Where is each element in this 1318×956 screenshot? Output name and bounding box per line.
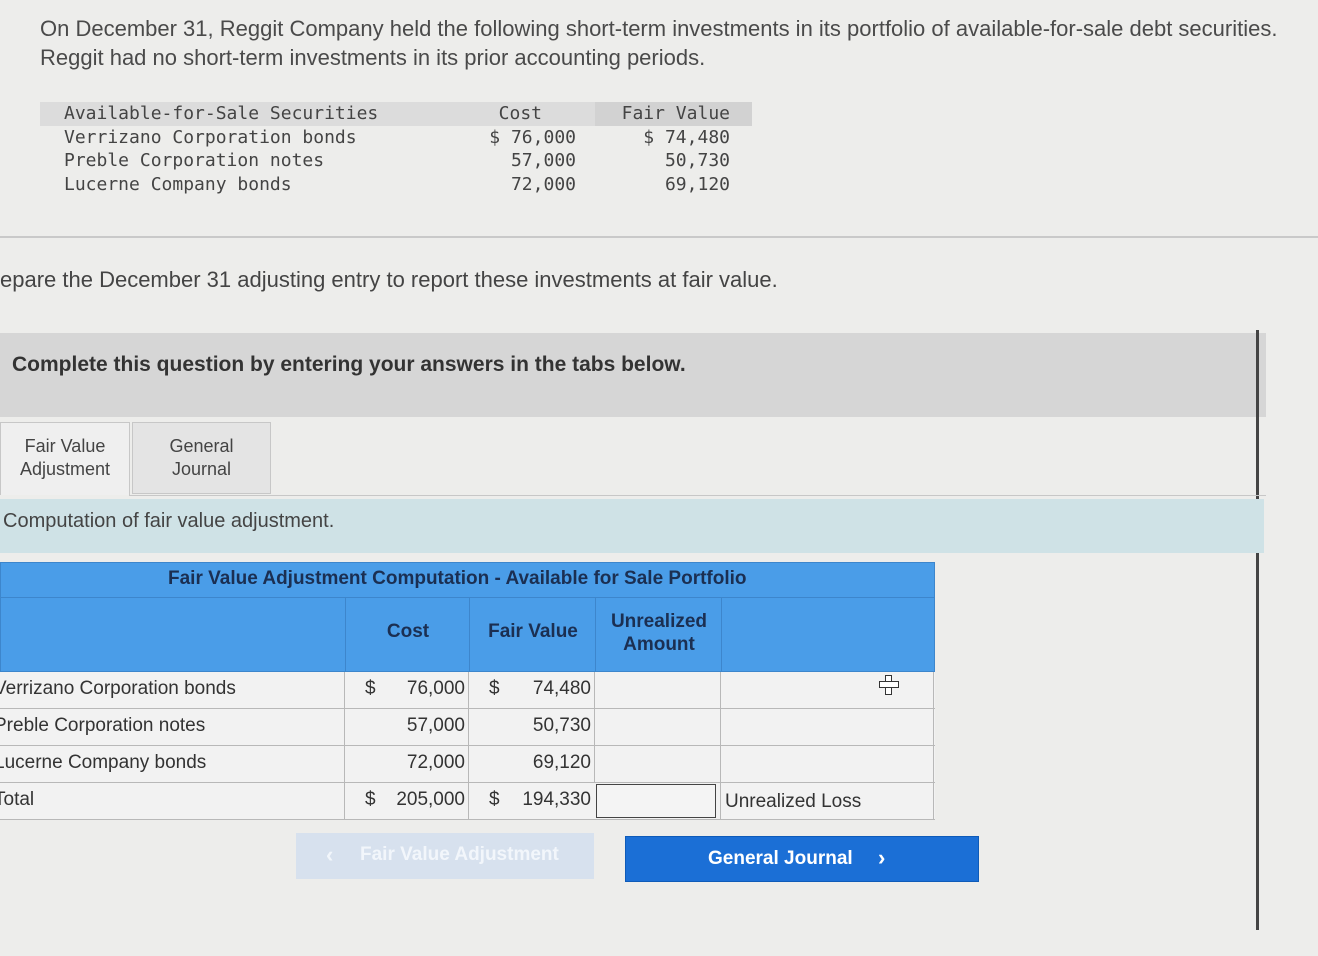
- header-fair-value: Fair Value: [621, 103, 730, 124]
- investment-cost: 72,000: [510, 173, 576, 195]
- header-unrealized-amount: Unrealized Amount: [595, 598, 722, 671]
- investment-name: Verrizano Corporation bonds: [64, 126, 357, 148]
- row-label: Preble Corporation notes: [0, 715, 206, 736]
- row-label: Lucerne Company bonds: [0, 752, 207, 773]
- investment-fair-value: 50,730: [664, 150, 730, 171]
- total-cost-cell: $205,000: [344, 783, 469, 819]
- tab-fair-value-adjustment[interactable]: Fair Value Adjustment: [0, 422, 130, 495]
- fair-value-cell: 69,120: [468, 746, 595, 782]
- investment-fair-value: 69,120: [664, 173, 730, 195]
- result-label-cell: Unrealized Loss: [720, 783, 934, 819]
- tab-bar: Fair Value Adjustment General Journal: [0, 420, 1266, 496]
- fair-value-cell: 50,730: [468, 709, 595, 745]
- tab-label: General Journal: [169, 436, 234, 479]
- fair-value-computation-table: Fair Value Adjustment Computation - Avai…: [0, 562, 935, 820]
- banner-text: Complete this question by entering your …: [12, 353, 686, 376]
- next-button-label: General Journal: [708, 848, 853, 869]
- computation-title: Fair Value Adjustment Computation - Avai…: [168, 568, 747, 589]
- fair-value-cell: $74,480: [468, 672, 595, 708]
- problem-intro: On December 31, Reggit Company held the …: [40, 16, 1278, 70]
- total-fair-value-cell: $194,330: [468, 783, 595, 819]
- tab-label: Fair Value Adjustment: [19, 436, 111, 479]
- investment-name: Preble Corporation notes: [64, 150, 325, 171]
- subhead-text: Computation of fair value adjustment.: [3, 510, 335, 532]
- header-securities: Available-for-Sale Securities: [64, 103, 379, 124]
- question-banner: Complete this question by entering your …: [0, 333, 1266, 417]
- computation-header-row: Cost Fair Value Unrealized Amount: [0, 598, 935, 672]
- header-cost: Cost: [498, 103, 542, 124]
- unrealized-cell: [594, 746, 721, 782]
- total-row: Total $205,000 $194,330 Unrealized Loss: [0, 783, 935, 820]
- investments-header-row: Available-for-Sale Securities Cost Fair …: [40, 102, 752, 126]
- cost-cell: 72,000: [344, 746, 469, 782]
- section-divider: [0, 236, 1318, 238]
- header-fair-value: Fair Value: [469, 598, 596, 671]
- blank-cell: [720, 709, 934, 745]
- investment-cost: $ 76,000: [489, 126, 576, 148]
- tab-underline: [129, 495, 1266, 496]
- table-row: Verrizano Corporation bonds $76,000 $74,…: [0, 672, 935, 709]
- investment-cost: 57,000: [510, 150, 576, 171]
- blank-cell: [720, 746, 934, 782]
- tab-general-journal[interactable]: General Journal: [132, 422, 271, 494]
- investment-fair-value: $ 74,480: [643, 126, 730, 148]
- chevron-left-icon: ‹: [326, 842, 334, 867]
- previous-tab-button[interactable]: ‹ Fair Value Adjustment: [296, 833, 594, 879]
- unrealized-cell: [594, 672, 721, 708]
- next-tab-button[interactable]: General Journal ›: [625, 836, 979, 882]
- instruction-text: epare the December 31 adjusting entry to…: [0, 267, 778, 292]
- cost-cell: 57,000: [344, 709, 469, 745]
- investment-row: Lucerne Company bonds 72,000 69,120: [40, 173, 752, 197]
- total-label: Total: [0, 789, 35, 810]
- computation-title-bar: Fair Value Adjustment Computation - Avai…: [0, 562, 935, 598]
- row-label: Verrizano Corporation bonds: [0, 678, 236, 699]
- header-cost: Cost: [345, 598, 470, 671]
- move-cursor-icon: [878, 674, 899, 695]
- section-subhead: Computation of fair value adjustment.: [0, 499, 1264, 553]
- cost-cell: $76,000: [344, 672, 469, 708]
- investment-row: Preble Corporation notes 57,000 50,730: [40, 149, 752, 173]
- table-row: Preble Corporation notes 57,000 50,730: [0, 709, 935, 746]
- blank-cell: [720, 672, 934, 708]
- previous-button-label: Fair Value Adjustment: [360, 844, 559, 865]
- table-row: Lucerne Company bonds 72,000 69,120: [0, 746, 935, 783]
- unrealized-loss-label: Unrealized Loss: [725, 791, 862, 812]
- investment-name: Lucerne Company bonds: [64, 173, 292, 195]
- unrealized-amount-input[interactable]: [596, 784, 716, 818]
- investments-table: Available-for-Sale Securities Cost Fair …: [40, 102, 752, 196]
- investment-row: Verrizano Corporation bonds $ 76,000 $ 7…: [40, 126, 752, 150]
- header-blank: [721, 598, 935, 671]
- unrealized-cell: [594, 709, 721, 745]
- chevron-right-icon: ›: [878, 845, 886, 870]
